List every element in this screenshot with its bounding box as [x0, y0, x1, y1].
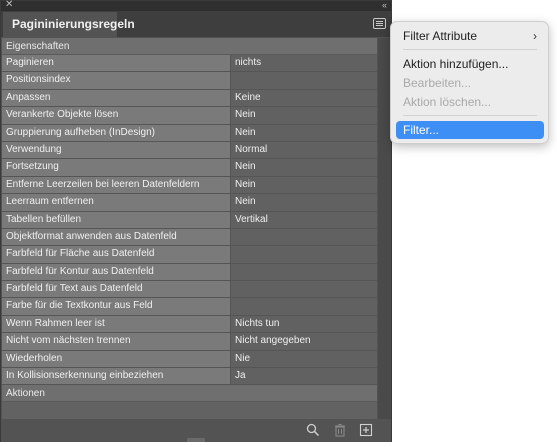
- property-value[interactable]: [231, 298, 377, 315]
- property-value[interactable]: Nein: [231, 176, 377, 194]
- property-label: In Kollisionserkennung einbeziehen: [2, 368, 231, 385]
- property-label: Anpassen: [2, 89, 231, 107]
- property-label: Farbe für die Textkontur aus Feld: [2, 298, 231, 315]
- panel-header-strip: ✕ ‹‹: [1, 0, 391, 11]
- property-label: Objektformat anwenden aus Datenfeld: [2, 228, 231, 246]
- property-label: Farbfeld für Kontur aus Datenfeld: [2, 263, 231, 281]
- table-row[interactable]: Fortsetzung Nein: [2, 159, 377, 177]
- property-label: Fortsetzung: [2, 159, 231, 176]
- property-label: Leerraum entfernen: [2, 194, 231, 211]
- table-row[interactable]: Objektformat anwenden aus Datenfeld: [2, 228, 377, 247]
- panel-menu-icon[interactable]: [373, 18, 386, 29]
- menu-separator: [403, 115, 537, 116]
- menu-separator: [403, 49, 537, 50]
- property-value[interactable]: Normal: [231, 141, 377, 159]
- pagination-rules-panel: ✕ ‹‹ Pagininierungsregeln Eigenschaften …: [0, 0, 392, 442]
- menu-item-filter[interactable]: Filter...: [396, 121, 544, 139]
- property-label: Farbfeld für Text aus Datenfeld: [2, 281, 231, 298]
- property-label: Farbfeld für Fläche aus Datenfeld: [2, 246, 231, 263]
- property-label: Paginieren: [2, 55, 231, 72]
- table-row[interactable]: Gruppierung aufheben (InDesign) Nein: [2, 124, 377, 142]
- property-value[interactable]: nichts: [231, 55, 377, 72]
- property-value[interactable]: [231, 228, 377, 246]
- table-row[interactable]: In Kollisionserkennung einbeziehen Ja: [2, 368, 377, 386]
- table-row[interactable]: Paginieren nichts: [2, 55, 377, 73]
- property-label: Nicht vom nächsten trennen: [2, 333, 231, 350]
- property-value[interactable]: [231, 281, 377, 298]
- property-label: Gruppierung aufheben (InDesign): [2, 124, 231, 141]
- bottom-toolbar: [1, 419, 391, 442]
- table-row[interactable]: Farbfeld für Text aus Datenfeld: [2, 281, 377, 299]
- menu-item-label: Filter Attribute: [403, 29, 478, 43]
- property-value[interactable]: [231, 72, 377, 89]
- property-value[interactable]: Ja: [231, 368, 377, 385]
- table-row[interactable]: Positionsindex: [2, 72, 377, 90]
- properties-table: Eigenschaften Paginieren nichts Positionsi…: [2, 38, 377, 419]
- property-value[interactable]: [231, 263, 377, 281]
- property-rows: Paginieren nichts Positionsindex Anpassen Ke…: [2, 55, 377, 386]
- add-new-icon[interactable]: [359, 423, 373, 437]
- table-row[interactable]: Verwendung Normal: [2, 141, 377, 160]
- menu-item-edit[interactable]: Bearbeiten...: [396, 74, 544, 92]
- property-value[interactable]: Nein: [231, 107, 377, 124]
- table-row[interactable]: Farbe für die Textkontur aus Feld: [2, 298, 377, 316]
- section-header-properties[interactable]: Eigenschaften: [2, 38, 377, 55]
- table-row[interactable]: Leerraum entfernen Nein: [2, 194, 377, 212]
- chevron-right-icon: ›: [533, 29, 537, 43]
- property-value[interactable]: Keine: [231, 89, 377, 107]
- search-icon[interactable]: [306, 423, 320, 437]
- property-value[interactable]: Nicht angegeben: [231, 333, 377, 350]
- property-label: Positionsindex: [2, 72, 231, 89]
- trash-icon[interactable]: [333, 423, 347, 437]
- property-value[interactable]: Vertikal: [231, 211, 377, 228]
- property-value[interactable]: Nein: [231, 159, 377, 176]
- resize-grip[interactable]: [187, 438, 205, 442]
- property-label: Entferne Leerzeilen bei leeren Datenfeld…: [2, 176, 231, 194]
- property-label: Wiederholen: [2, 350, 231, 368]
- collapse-panel-icon[interactable]: ‹‹: [382, 0, 387, 11]
- section-header-actions[interactable]: Aktionen: [2, 385, 377, 403]
- table-row[interactable]: Nicht vom nächsten trennen Nicht angegebe…: [2, 333, 377, 351]
- menu-item-delete-action[interactable]: Aktion löschen...: [396, 93, 544, 111]
- table-row[interactable]: Farbfeld für Kontur aus Datenfeld: [2, 263, 377, 282]
- table-row[interactable]: Verankerte Objekte lösen Nein: [2, 107, 377, 125]
- table-row[interactable]: Wenn Rahmen leer ist Nichts tun: [2, 315, 377, 334]
- menu-item-filter-attribute[interactable]: Filter Attribute ›: [396, 27, 544, 45]
- table-row[interactable]: Anpassen Keine: [2, 89, 377, 108]
- property-value[interactable]: [231, 246, 377, 263]
- close-icon[interactable]: ✕: [5, 0, 13, 11]
- property-label: Verwendung: [2, 141, 231, 159]
- table-row[interactable]: Tabellen befüllen Vertikal: [2, 211, 377, 229]
- property-label: Wenn Rahmen leer ist: [2, 315, 231, 333]
- tab-pagination-rules[interactable]: Pagininierungsregeln: [3, 12, 135, 37]
- property-label: Tabellen befüllen: [2, 211, 231, 228]
- panel-context-menu: Filter Attribute › Aktion hinzufügen... …: [390, 21, 549, 144]
- property-value[interactable]: Nichts tun: [231, 315, 377, 333]
- property-value[interactable]: Nein: [231, 194, 377, 211]
- table-row[interactable]: Entferne Leerzeilen bei leeren Datenfeld…: [2, 176, 377, 195]
- property-value[interactable]: Nein: [231, 124, 377, 141]
- property-value[interactable]: Nie: [231, 350, 377, 368]
- property-label: Verankerte Objekte lösen: [2, 107, 231, 124]
- table-row[interactable]: Farbfeld für Fläche aus Datenfeld: [2, 246, 377, 264]
- menu-item-add-action[interactable]: Aktion hinzufügen...: [396, 55, 544, 73]
- table-row[interactable]: Wiederholen Nie: [2, 350, 377, 369]
- panel-tabbar: Pagininierungsregeln: [1, 11, 391, 37]
